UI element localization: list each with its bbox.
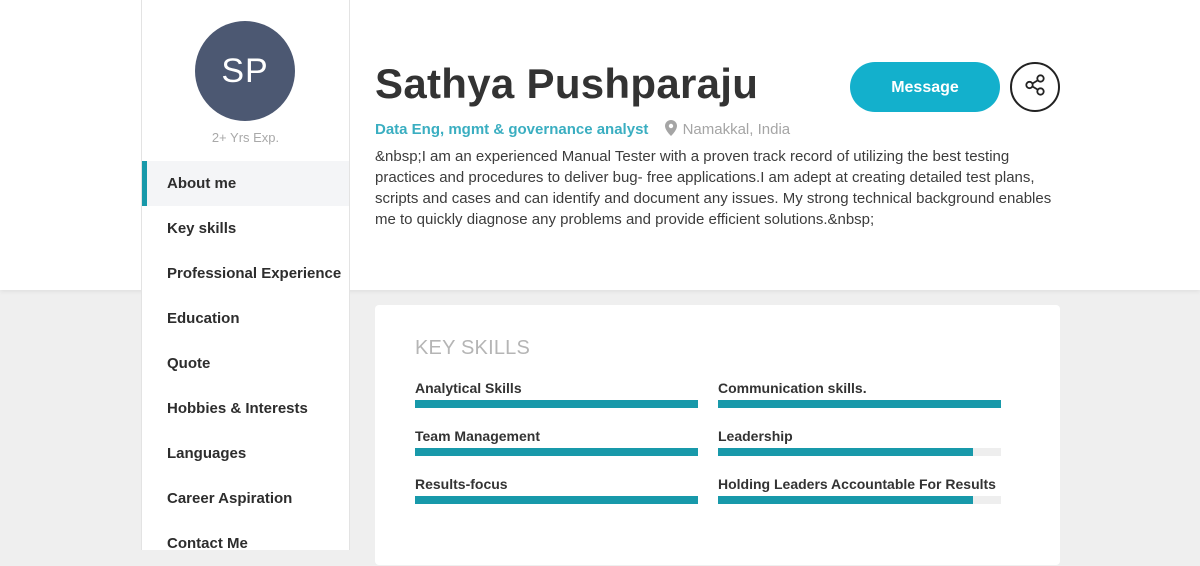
profile-location: Namakkal, India — [682, 121, 791, 138]
experience-label: 2+ Yrs Exp. — [211, 130, 280, 145]
skill-name: Communication skills. — [718, 380, 867, 396]
sidebar-nav: About me Key skills Professional Experie… — [142, 161, 349, 566]
sidebar-item-hobbies[interactable]: Hobbies & Interests — [142, 386, 349, 431]
skill-bar-track — [415, 448, 698, 456]
skill-item: Holding Leaders Accountable For Results — [718, 475, 1001, 504]
skill-bar-fill — [718, 400, 1001, 408]
profile-name: Sathya Pushparaju — [375, 60, 759, 107]
skill-name: Holding Leaders Accountable For Results — [718, 476, 996, 492]
profile-subline: Data Eng, mgmt & governance analyst Nama… — [375, 120, 790, 140]
share-button[interactable] — [1010, 62, 1060, 112]
sidebar-item-key-skills[interactable]: Key skills — [142, 206, 349, 251]
sidebar-item-quote[interactable]: Quote — [142, 341, 349, 386]
skill-bar-track — [718, 448, 1001, 456]
sidebar-item-career-aspiration[interactable]: Career Aspiration — [142, 476, 349, 521]
sidebar-item-languages[interactable]: Languages — [142, 431, 349, 476]
message-button[interactable]: Message — [850, 62, 1000, 112]
skill-name: Team Management — [415, 428, 540, 444]
sidebar-item-education[interactable]: Education — [142, 296, 349, 341]
skill-item: Communication skills. — [718, 379, 1001, 408]
skill-name: Leadership — [718, 428, 793, 444]
skill-bar-track — [415, 400, 698, 408]
skill-bar-fill — [415, 400, 698, 408]
skill-bar-fill — [415, 448, 698, 456]
skill-name: Results-focus — [415, 476, 508, 492]
sidebar-item-contact-me[interactable]: Contact Me — [142, 521, 349, 566]
sidebar-item-about-me[interactable]: About me — [142, 161, 349, 206]
location-pin-icon — [664, 120, 677, 140]
skill-item: Leadership — [718, 427, 1001, 456]
share-icon — [1023, 73, 1047, 102]
skill-bar-track — [718, 400, 1001, 408]
skill-item: Results-focus — [415, 475, 698, 504]
skill-item: Analytical Skills — [415, 379, 698, 408]
key-skills-title: KEY SKILLS — [415, 337, 531, 359]
about-text: &nbsp;I am an experienced Manual Tester … — [375, 148, 1052, 228]
skill-bar-track — [415, 496, 698, 504]
skill-bar-fill — [718, 448, 973, 456]
skill-bar-fill — [415, 496, 698, 504]
skill-item: Team Management — [415, 427, 698, 456]
profile-role: Data Eng, mgmt & governance analyst — [375, 121, 649, 138]
skill-name: Analytical Skills — [415, 380, 522, 396]
sidebar: SP 2+ Yrs Exp. About me Key skills Profe… — [141, 0, 350, 552]
skill-bar-track — [718, 496, 1001, 504]
sidebar-item-professional-experience[interactable]: Professional Experience — [142, 251, 349, 296]
skill-bar-fill — [718, 496, 973, 504]
key-skills-card: KEY SKILLS Analytical Skills Communicati… — [375, 305, 1060, 565]
avatar: SP — [195, 21, 295, 121]
